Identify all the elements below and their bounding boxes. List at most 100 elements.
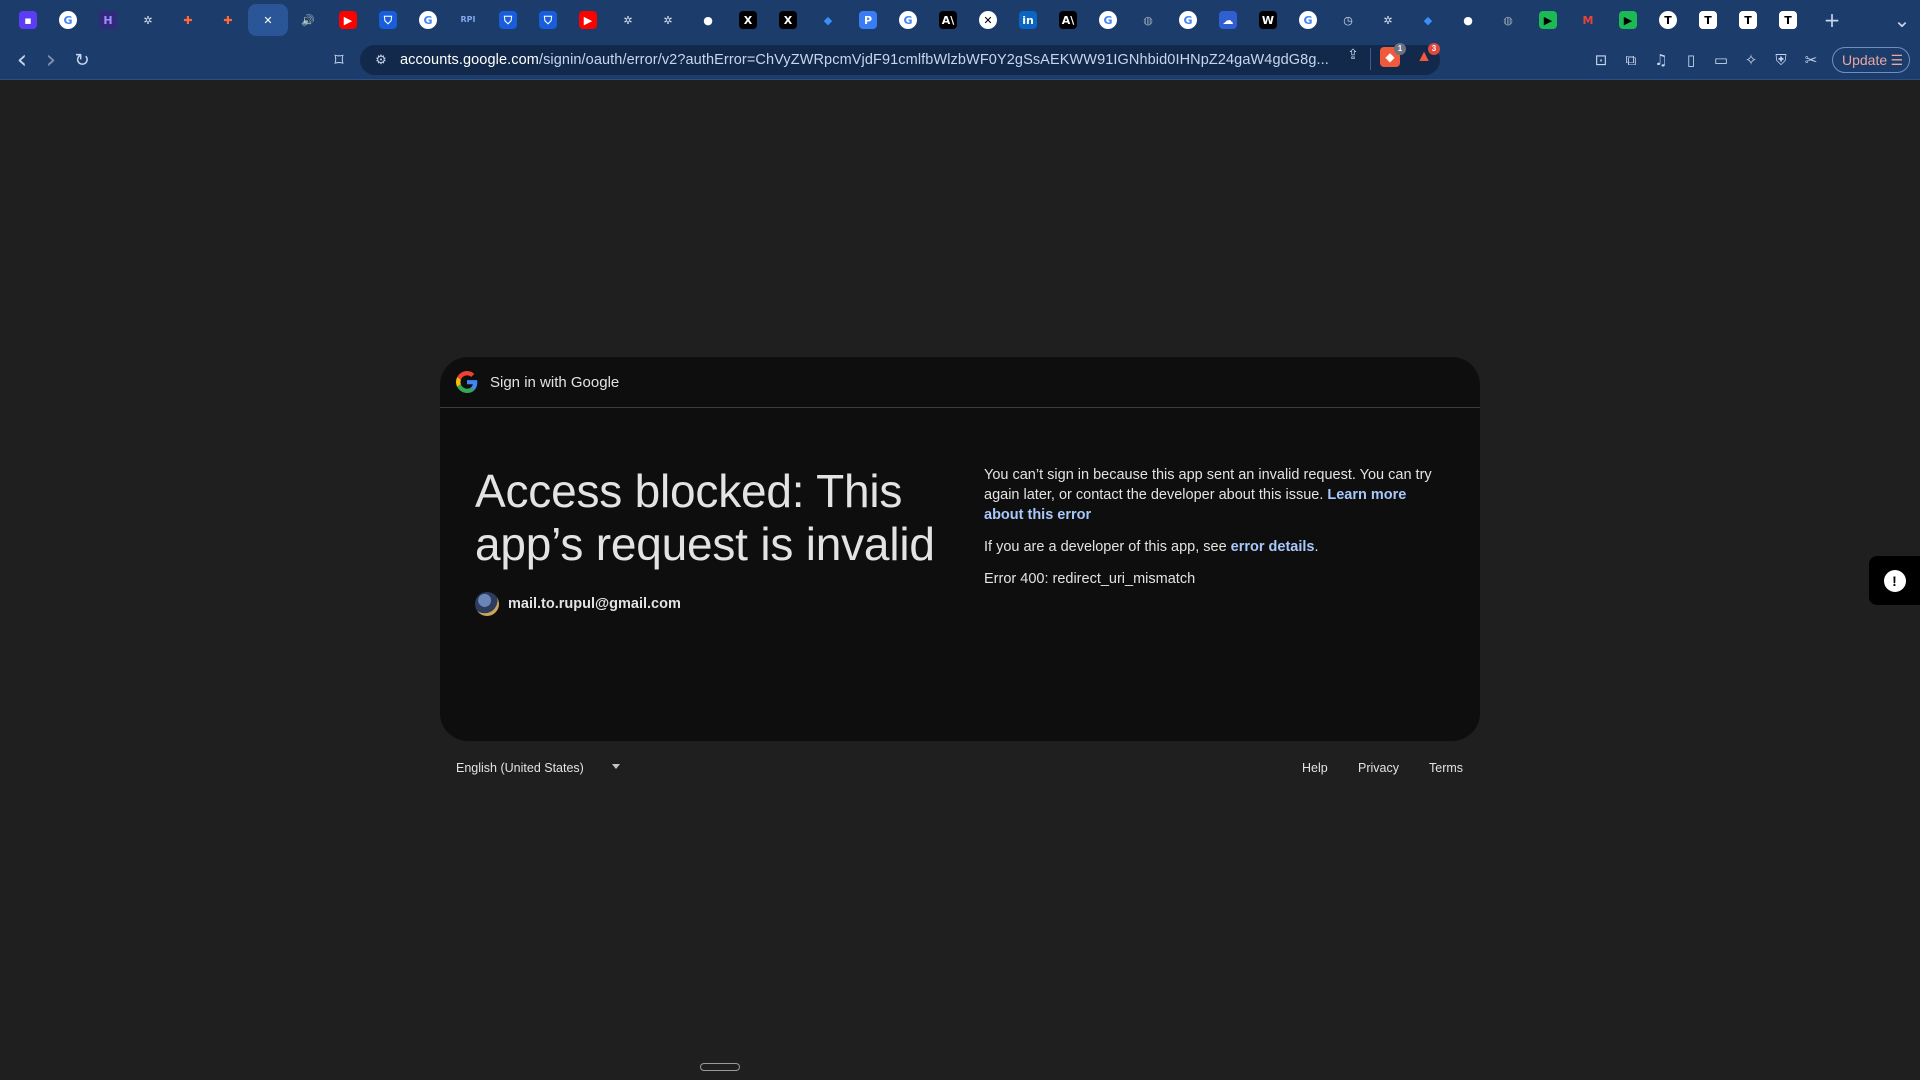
browser-tab[interactable]: G [1288,4,1328,36]
openai-icon: ✲ [143,13,153,27]
privacy-link[interactable]: Privacy [1358,761,1399,775]
zapier-icon: ✚ [223,13,233,27]
browser-tab[interactable]: ⛉ [528,4,568,36]
reader-mode-icon[interactable]: ⊡ [1590,48,1612,72]
browser-tab[interactable]: G [1088,4,1128,36]
github-icon: ● [703,13,713,27]
sidebar-icon[interactable]: ▯ [1680,48,1702,72]
account-chip[interactable]: mail.to.rupul@gmail.com [475,592,681,616]
browser-tab[interactable]: T [1728,4,1768,36]
address-bar[interactable]: ⚙ accounts.google.com/signin/oauth/error… [360,45,1440,75]
browser-tab[interactable]: ▪ [8,4,48,36]
browser-tab[interactable]: ▶ [1608,4,1648,36]
browser-tab[interactable]: ▶ [568,4,608,36]
reload-button[interactable]: ↻ [68,46,96,74]
browser-tab[interactable]: ⛉ [488,4,528,36]
browser-tab[interactable]: X [728,4,768,36]
t-square-icon: T [1699,11,1717,29]
feedback-icon: ! [1883,569,1906,592]
extensions-icon[interactable]: ⧉ [1620,48,1642,72]
browser-tab[interactable]: G [888,4,928,36]
browser-tab[interactable]: ◆ [808,4,848,36]
browser-tab[interactable]: X [768,4,808,36]
browser-tab[interactable]: H [88,4,128,36]
scroll-handle[interactable] [700,1063,740,1071]
t-square-icon: T [1779,11,1797,29]
browser-tab[interactable]: ◆ [1408,4,1448,36]
browser-tab[interactable]: ✕ [968,4,1008,36]
browser-tab[interactable]: ✚ [168,4,208,36]
wallet-icon[interactable]: ▭ [1710,48,1732,72]
close-icon: ✕ [263,13,273,27]
browser-tab[interactable]: A\ [928,4,968,36]
browser-tab[interactable]: 🔊 [288,4,328,36]
browser-tab[interactable]: P [848,4,888,36]
browser-tab[interactable]: in [1008,4,1048,36]
forward-arrow-icon: › [45,45,57,75]
plus-icon: + [1823,8,1841,32]
new-tab-button[interactable]: + [1816,4,1848,36]
share-icon[interactable]: ⇪ [1344,46,1362,64]
globe-icon: ◍ [1143,13,1153,27]
forward-button[interactable]: › [37,45,65,75]
bitwarden-icon: ⛉ [379,11,397,29]
browser-tab[interactable]: ◷ [1328,4,1368,36]
media-icon[interactable]: ♫ [1650,48,1672,72]
terms-link[interactable]: Terms [1429,761,1463,775]
browser-tab[interactable]: G [408,4,448,36]
browser-tab[interactable]: W [1248,4,1288,36]
error-details-link[interactable]: error details [1231,539,1315,555]
vpn-icon[interactable]: ⛨ [1770,48,1792,72]
browser-tab[interactable]: ✲ [648,4,688,36]
error-description: You can’t sign in because this app sent … [984,465,1444,601]
google-icon: G [899,11,917,29]
url-text[interactable]: accounts.google.com/signin/oauth/error/v… [400,52,1680,68]
caret-down-icon[interactable] [612,764,620,769]
browser-tab[interactable]: ✕ [248,4,288,36]
browser-tab[interactable]: A\ [1048,4,1088,36]
openai-icon: ✲ [1383,13,1393,27]
feedback-button[interactable]: ! [1869,556,1920,605]
browser-tab[interactable]: ✲ [1368,4,1408,36]
site-settings-icon[interactable]: ⚙ [372,51,390,69]
brave-shields-button[interactable]: ◆ 1 [1380,43,1406,67]
browser-tab[interactable]: ◍ [1488,4,1528,36]
rpi-icon: RPI [460,15,476,24]
bookmark-button[interactable]: ⌑ [325,46,353,74]
google-icon: G [59,11,77,29]
browser-tab[interactable]: T [1688,4,1728,36]
browser-tab[interactable]: ● [688,4,728,36]
browser-tab[interactable]: T [1768,4,1808,36]
page-content: Sign in with Google Access blocked: This… [0,81,1920,1080]
avatar [475,592,499,616]
bitwarden-icon: ⛉ [539,11,557,29]
browser-tab[interactable]: ✚ [208,4,248,36]
browser-tab[interactable]: ✲ [608,4,648,36]
brave-rewards-button[interactable]: ▲ 3 [1414,43,1440,67]
linkedin-icon: in [1019,11,1037,29]
shields-count-badge: 1 [1394,43,1406,55]
wikipedia-icon: W [1259,11,1277,29]
tab-list-button[interactable]: ⌄ [1886,4,1918,36]
h-logo-icon: H [99,11,117,29]
back-button[interactable]: ‹ [8,45,36,75]
browser-tab[interactable]: T [1648,4,1688,36]
leo-ai-icon[interactable]: ✧ [1740,48,1762,72]
browser-tab[interactable]: ▶ [1528,4,1568,36]
browser-tab[interactable]: G [1168,4,1208,36]
browser-tab[interactable]: ☁ [1208,4,1248,36]
browser-tab[interactable]: RPI [448,4,488,36]
browser-tab[interactable]: ● [1448,4,1488,36]
browser-tab[interactable]: G [48,4,88,36]
tools-icon[interactable]: ✂ [1800,48,1822,72]
anthropic-icon: A\ [939,11,957,29]
browser-tab[interactable]: ⛉ [368,4,408,36]
back-arrow-icon: ‹ [16,45,28,75]
update-button[interactable]: Update ☰ [1832,47,1910,73]
language-selector[interactable]: English (United States) [456,761,584,775]
browser-tab[interactable]: ◍ [1128,4,1168,36]
browser-tab[interactable]: M [1568,4,1608,36]
browser-tab[interactable]: ▶ [328,4,368,36]
browser-tab[interactable]: ✲ [128,4,168,36]
help-link[interactable]: Help [1302,761,1328,775]
